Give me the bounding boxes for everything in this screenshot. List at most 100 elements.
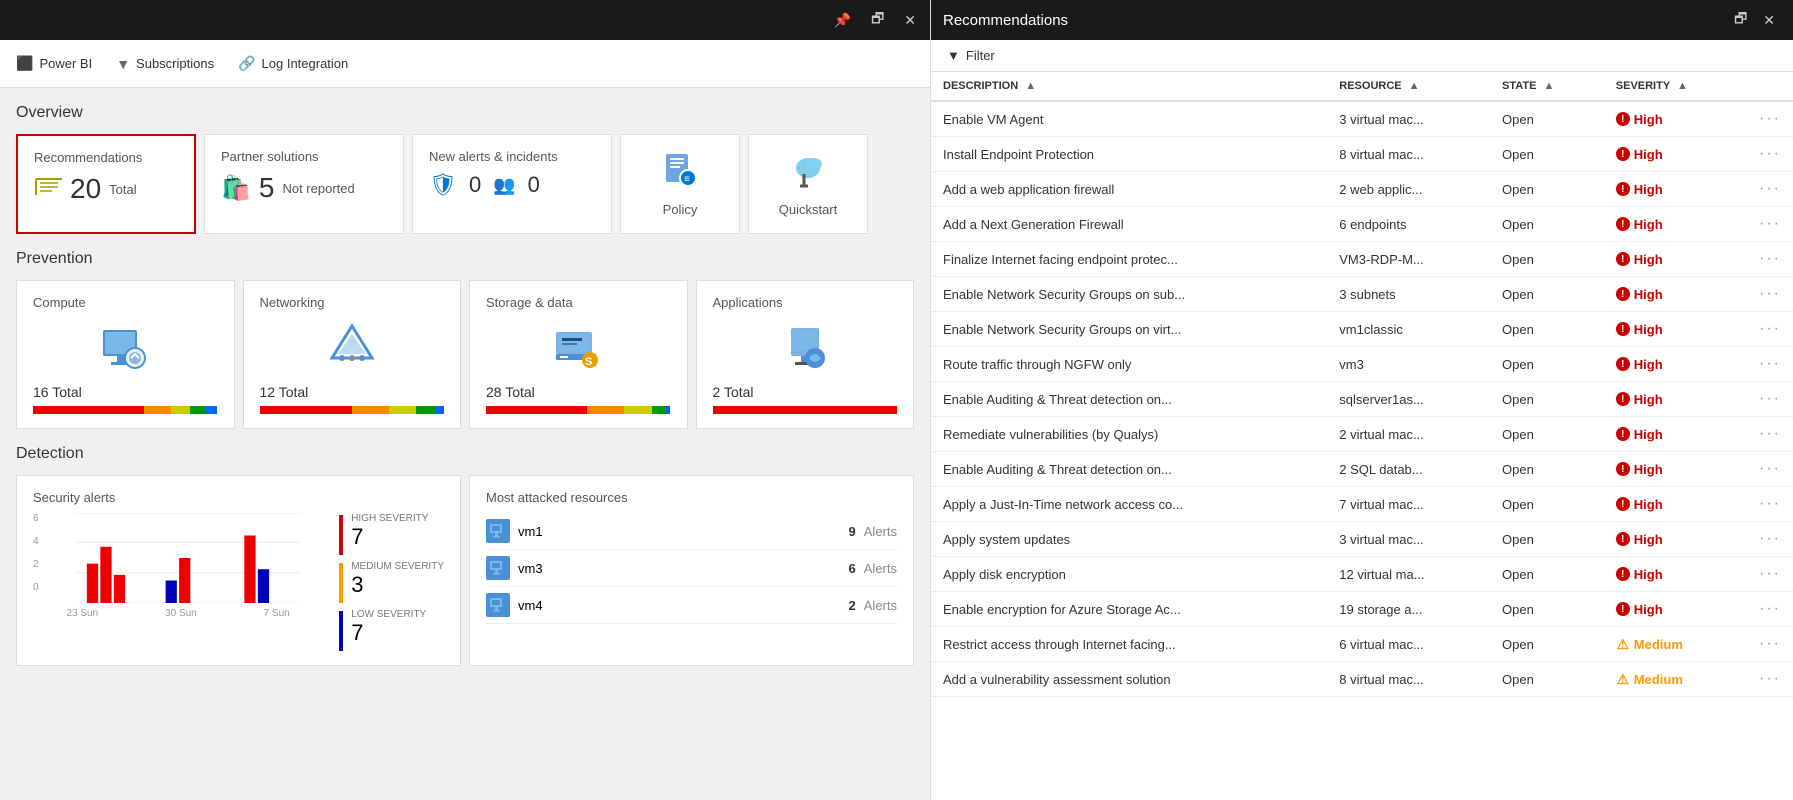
description-sort-icon[interactable]: ▲ <box>1025 80 1036 92</box>
card-policy[interactable]: ≡ Policy <box>620 134 740 234</box>
table-row[interactable]: Remediate vulnerabilities (by Qualys) 2 … <box>931 417 1793 452</box>
table-row[interactable]: Add a web application firewall 2 web app… <box>931 172 1793 207</box>
table-row[interactable]: Apply system updates 3 virtual mac... Op… <box>931 522 1793 557</box>
cell-description: Enable VM Agent <box>931 101 1327 137</box>
row-more-button[interactable]: ··· <box>1759 460 1781 478</box>
card-partner-solutions[interactable]: Partner solutions 🛍️ 5 Not reported <box>204 134 404 234</box>
table-row[interactable]: Enable Auditing & Threat detection on...… <box>931 452 1793 487</box>
attacked-vm3[interactable]: vm3 6 Alerts <box>486 550 897 587</box>
table-row[interactable]: Enable Network Security Groups on virt..… <box>931 312 1793 347</box>
cell-description: Remediate vulnerabilities (by Qualys) <box>931 417 1327 452</box>
cell-state: Open <box>1490 417 1604 452</box>
card-quickstart[interactable]: Quickstart <box>748 134 868 234</box>
attacked-vm4[interactable]: vm4 2 Alerts <box>486 587 897 624</box>
row-more-button[interactable]: ··· <box>1759 390 1781 408</box>
row-more-button[interactable]: ··· <box>1759 635 1781 653</box>
severity-badge-high: ! High <box>1616 602 1735 617</box>
cell-state: Open <box>1490 662 1604 697</box>
cell-severity: ! High <box>1604 101 1747 137</box>
vm1-alert-label: Alerts <box>864 524 897 539</box>
table-row[interactable]: Add a vulnerability assessment solution … <box>931 662 1793 697</box>
table-row[interactable]: Restrict access through Internet facing.… <box>931 627 1793 662</box>
table-row[interactable]: Finalize Internet facing endpoint protec… <box>931 242 1793 277</box>
storage-progress-bar <box>486 406 671 414</box>
table-row[interactable]: Enable encryption for Azure Storage Ac..… <box>931 592 1793 627</box>
col-resource[interactable]: RESOURCE ▲ <box>1327 72 1490 101</box>
table-row[interactable]: Enable VM Agent 3 virtual mac... Open ! … <box>931 101 1793 137</box>
cell-resource: 3 virtual mac... <box>1327 101 1490 137</box>
table-row[interactable]: Install Endpoint Protection 8 virtual ma… <box>931 137 1793 172</box>
low-severity-count: 7 <box>351 620 426 646</box>
networking-count: 12 Total <box>260 384 445 400</box>
card-alerts-incidents[interactable]: New alerts & incidents 🛡 0 👥 0 <box>412 134 612 234</box>
high-color-bar <box>339 515 343 555</box>
state-sort-icon[interactable]: ▲ <box>1544 80 1555 92</box>
detect-card-security-alerts[interactable]: Security alerts 6 4 2 0 <box>16 475 461 666</box>
nav-item-subscriptions[interactable]: ▼ Subscriptions <box>116 56 214 72</box>
col-severity[interactable]: SEVERITY ▲ <box>1604 72 1747 101</box>
minimize-button[interactable]: 🗗 <box>865 4 890 36</box>
row-more-button[interactable]: ··· <box>1759 425 1781 443</box>
col-description[interactable]: DESCRIPTION ▲ <box>931 72 1327 101</box>
filter-button[interactable]: ▼ Filter <box>947 48 995 63</box>
cell-severity: ! High <box>1604 522 1747 557</box>
row-more-button[interactable]: ··· <box>1759 320 1781 338</box>
col-state[interactable]: STATE ▲ <box>1490 72 1604 101</box>
cell-actions: ··· <box>1747 417 1793 452</box>
filter-label: Filter <box>966 48 995 63</box>
row-more-button[interactable]: ··· <box>1759 600 1781 618</box>
cell-state: Open <box>1490 137 1604 172</box>
table-row[interactable]: Enable Network Security Groups on sub...… <box>931 277 1793 312</box>
pin-button[interactable]: 📌 <box>828 8 857 33</box>
svg-text:S: S <box>585 356 592 368</box>
row-more-button[interactable]: ··· <box>1759 215 1781 233</box>
right-title-bar: Recommendations 🗗 ✕ <box>931 0 1793 40</box>
cell-actions: ··· <box>1747 522 1793 557</box>
col-resource-label: RESOURCE <box>1339 80 1401 92</box>
nav-item-power-bi[interactable]: ⬛ Power BI <box>16 55 92 72</box>
row-more-button[interactable]: ··· <box>1759 565 1781 583</box>
right-panel-close-button[interactable]: ✕ <box>1757 4 1781 36</box>
medium-icon: ⚠ <box>1616 637 1630 651</box>
card-applications[interactable]: Applications 2 Total <box>696 280 915 429</box>
card-recommendations[interactable]: Recommendations 20 Total <box>16 134 196 234</box>
row-more-button[interactable]: ··· <box>1759 530 1781 548</box>
row-more-button[interactable]: ··· <box>1759 250 1781 268</box>
cell-severity: ! High <box>1604 347 1747 382</box>
filter-bar: ▼ Filter <box>931 40 1793 72</box>
bar-chart: 6 4 2 0 <box>33 513 323 606</box>
cell-description: Apply system updates <box>931 522 1327 557</box>
row-more-button[interactable]: ··· <box>1759 285 1781 303</box>
table-row[interactable]: Apply disk encryption 12 virtual ma... O… <box>931 557 1793 592</box>
policy-label: Policy <box>663 202 698 217</box>
cell-resource: vm3 <box>1327 347 1490 382</box>
table-row[interactable]: Add a Next Generation Firewall 6 endpoin… <box>931 207 1793 242</box>
chart-legend: HIGH SEVERITY 7 MEDIUM SEVERITY 3 <box>339 513 444 651</box>
attacked-vm1[interactable]: vm1 9 Alerts <box>486 513 897 550</box>
card-compute[interactable]: Compute 16 Total <box>16 280 235 429</box>
table-row[interactable]: Enable Auditing & Threat detection on...… <box>931 382 1793 417</box>
row-more-button[interactable]: ··· <box>1759 670 1781 688</box>
severity-badge-high: ! High <box>1616 532 1735 547</box>
high-severity-label: HIGH SEVERITY <box>351 513 428 524</box>
cell-actions: ··· <box>1747 382 1793 417</box>
detect-card-most-attacked[interactable]: Most attacked resources vm1 9 <box>469 475 914 666</box>
row-more-button[interactable]: ··· <box>1759 110 1781 128</box>
row-more-button[interactable]: ··· <box>1759 355 1781 373</box>
card-storage-data[interactable]: Storage & data S 28 Total <box>469 280 688 429</box>
severity-sort-icon[interactable]: ▲ <box>1677 80 1688 92</box>
right-panel-restore-button[interactable]: 🗗 <box>1728 4 1753 36</box>
cell-actions: ··· <box>1747 592 1793 627</box>
table-row[interactable]: Apply a Just-In-Time network access co..… <box>931 487 1793 522</box>
row-more-button[interactable]: ··· <box>1759 145 1781 163</box>
row-more-button[interactable]: ··· <box>1759 495 1781 513</box>
nav-item-log-integration[interactable]: 🔗 Log Integration <box>238 55 348 72</box>
row-more-button[interactable]: ··· <box>1759 180 1781 198</box>
cell-actions: ··· <box>1747 172 1793 207</box>
close-button[interactable]: ✕ <box>898 8 922 33</box>
cell-actions: ··· <box>1747 277 1793 312</box>
prevention-cards-row: Compute 16 Total <box>16 280 914 429</box>
card-networking[interactable]: Networking 12 Total <box>243 280 462 429</box>
table-row[interactable]: Route traffic through NGFW only vm3 Open… <box>931 347 1793 382</box>
resource-sort-icon[interactable]: ▲ <box>1409 80 1420 92</box>
